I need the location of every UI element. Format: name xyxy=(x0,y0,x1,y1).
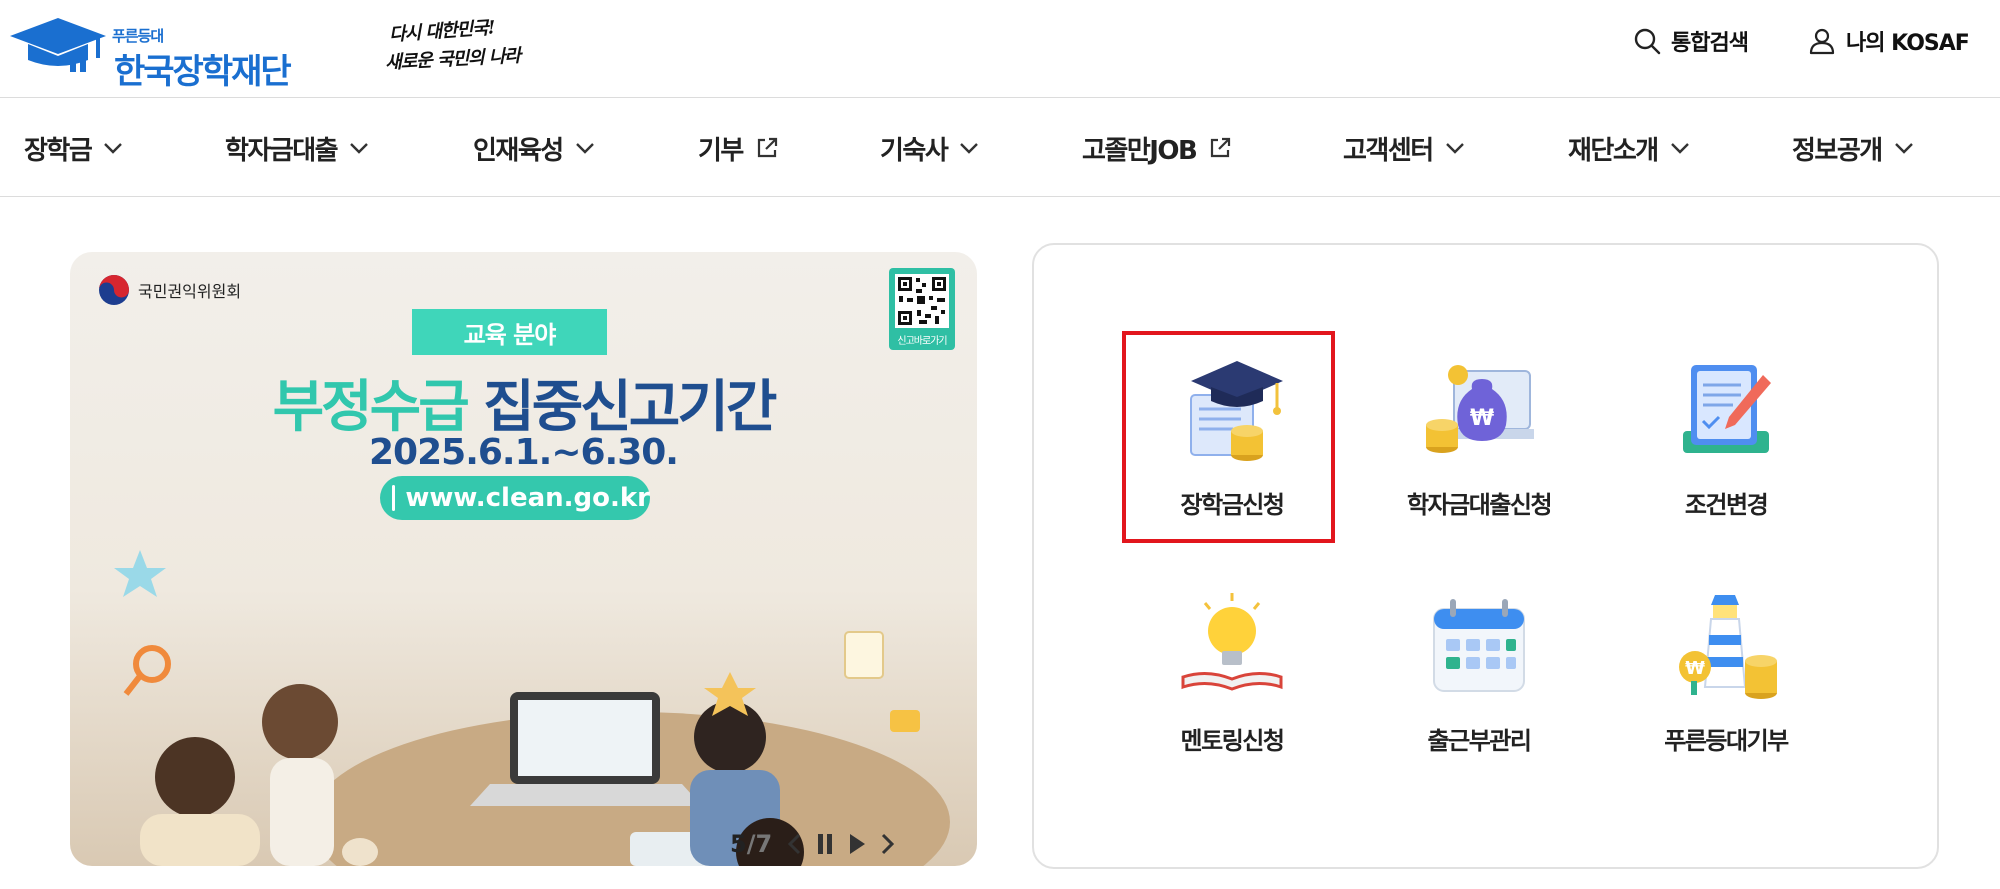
slogan: 다시 대한민국! 새로운 국민의 나라 xyxy=(385,12,525,74)
slogan-line-1: 다시 대한민국! xyxy=(388,17,496,46)
svg-text:₩: ₩ xyxy=(1470,406,1494,431)
search-label: 통합검색 xyxy=(1671,31,1749,56)
chevron-down-icon xyxy=(575,143,594,154)
chevron-down-icon xyxy=(1894,143,1913,154)
pause-icon xyxy=(818,834,833,854)
qr-code[interactable]: 신고바로가기 xyxy=(889,268,955,350)
nav-item-talent-development[interactable]: 인재육성 xyxy=(473,125,595,171)
nav-item-student-loan[interactable]: 학자금대출 xyxy=(225,125,369,171)
chevron-down-icon xyxy=(1445,143,1464,154)
quick-item-label: 출근부관리 xyxy=(1427,727,1532,755)
nav-item-scholarship[interactable]: 장학금 xyxy=(24,125,123,171)
nav-item-label: 재단소개 xyxy=(1568,135,1659,166)
nav-item-label: 고졸만JOB xyxy=(1082,135,1198,166)
quick-item-label: 조건변경 xyxy=(1684,491,1769,519)
qr-label: 신고바로가기 xyxy=(897,336,947,347)
nav-item-customer-center[interactable]: 고객센터 xyxy=(1343,125,1465,171)
promo-banner[interactable]: 국민권익위원회 신고바로가기 교육 분야 부정수급 집중신고기간 2025.6.… xyxy=(70,252,977,866)
chevron-down-icon xyxy=(350,143,368,154)
headline-rest: 집중신고기간 xyxy=(483,375,777,440)
quick-menu-panel: 장학금신청 ₩ 학자금대출신청 조건변경 멘토링신청 출근부관리 ₩ 푸른등대기… xyxy=(1032,243,1939,869)
graduation-cap-coins-icon xyxy=(1190,361,1283,461)
qr-code-icon xyxy=(895,274,949,328)
nav-item-label: 인재육성 xyxy=(473,135,564,166)
nav-item-about[interactable]: 재단소개 xyxy=(1568,125,1690,171)
top-header: 푸른등대 한국장학재단 다시 대한민국! 새로운 국민의 나라 통합검색 나의 … xyxy=(0,0,2000,98)
nav-item-dormitory[interactable]: 기숙사 xyxy=(880,125,979,171)
students-illustration xyxy=(114,550,950,866)
slogan-line-2: 새로운 국민의 나라 xyxy=(384,45,521,74)
monitor-icon xyxy=(392,485,396,511)
money-bag-laptop-icon: ₩ xyxy=(1426,365,1534,453)
quick-condition-change[interactable]: 조건변경 xyxy=(1621,335,1831,535)
slide-controls: 5/7 xyxy=(730,830,896,858)
gov-org-mark: 국민권익위원회 xyxy=(98,274,241,306)
report-period: 2025.6.1.~6.30. xyxy=(369,432,679,473)
external-link-icon xyxy=(1211,137,1231,158)
taegeuk-emblem-icon xyxy=(99,275,129,305)
nav-item-label: 장학금 xyxy=(24,135,93,166)
next-slide-button[interactable] xyxy=(880,832,896,856)
slide-current: 5 xyxy=(730,830,747,858)
nav-item-label: 학자금대출 xyxy=(225,135,339,166)
logo-subtitle: 푸른등대 xyxy=(112,27,164,45)
kosaf-logo[interactable]: 푸른등대 한국장학재단 xyxy=(8,14,298,92)
calendar-icon xyxy=(1433,599,1525,692)
play-button[interactable] xyxy=(848,833,866,855)
graduation-cap-logo-icon xyxy=(10,18,106,72)
lighthouse-coins-icon: ₩ xyxy=(1679,595,1777,699)
banner-headline: 부정수급 집중신고기간 xyxy=(70,362,977,443)
chevron-left-icon xyxy=(788,833,801,855)
my-kosaf-button[interactable]: 나의 KOSAF xyxy=(1808,22,1970,60)
chevron-down-icon xyxy=(1670,143,1689,154)
document-pencil-icon xyxy=(1683,365,1771,453)
quick-mentoring-apply[interactable]: 멘토링신청 xyxy=(1127,571,1337,771)
prev-slide-button[interactable] xyxy=(786,832,802,856)
nav-item-disclosure[interactable]: 정보공개 xyxy=(1792,125,1914,171)
lightbulb-book-icon xyxy=(1181,593,1283,691)
slide-counter: 5/7 xyxy=(730,830,772,858)
org-name: 국민권익위원회 xyxy=(138,282,242,301)
nav-item-donation[interactable]: 기부 xyxy=(698,125,779,171)
website-url: www.clean.go.kr xyxy=(405,483,650,513)
user-icon xyxy=(1809,28,1835,55)
slide-total: /7 xyxy=(746,830,773,858)
quick-attendance-manage[interactable]: 출근부관리 xyxy=(1374,571,1584,771)
play-icon xyxy=(850,834,866,854)
website-url-pill[interactable]: www.clean.go.kr xyxy=(380,476,650,520)
logo-title: 한국장학재단 xyxy=(114,52,292,92)
external-link-icon xyxy=(757,137,777,158)
nav-item-label: 정보공개 xyxy=(1792,135,1883,166)
quick-item-label: 멘토링신청 xyxy=(1180,727,1285,755)
chevron-right-icon xyxy=(882,833,895,855)
nav-item-label: 고객센터 xyxy=(1343,135,1434,166)
headline-highlight: 부정수급 xyxy=(272,375,470,440)
search-icon xyxy=(1634,28,1661,55)
nav-item-label: 기숙사 xyxy=(880,135,949,166)
pause-button[interactable] xyxy=(816,833,834,855)
quick-item-label: 푸른등대기부 xyxy=(1664,727,1789,755)
quick-item-label: 장학금신청 xyxy=(1180,491,1285,519)
nav-item-highschool-job[interactable]: 고졸만JOB xyxy=(1082,125,1232,171)
quick-item-label: 학자금대출신청 xyxy=(1406,491,1553,519)
category-ribbon: 교육 분야 xyxy=(412,309,607,355)
integrated-search-button[interactable]: 통합검색 xyxy=(1633,22,1749,60)
quick-lighthouse-donation[interactable]: ₩ 푸른등대기부 xyxy=(1621,571,1831,771)
svg-text:₩: ₩ xyxy=(1685,658,1705,679)
quick-scholarship-apply[interactable]: 장학금신청 xyxy=(1127,335,1337,535)
chevron-down-icon xyxy=(960,143,979,154)
main-navigation: 장학금 학자금대출 인재육성 기부 기숙사 고졸만JOB 고객센터 재단소개 정… xyxy=(0,99,2000,197)
quick-loan-apply[interactable]: ₩ 학자금대출신청 xyxy=(1374,335,1584,535)
chevron-down-icon xyxy=(104,143,123,154)
my-kosaf-label: 나의 KOSAF xyxy=(1846,31,1970,56)
nav-item-label: 기부 xyxy=(698,135,744,166)
